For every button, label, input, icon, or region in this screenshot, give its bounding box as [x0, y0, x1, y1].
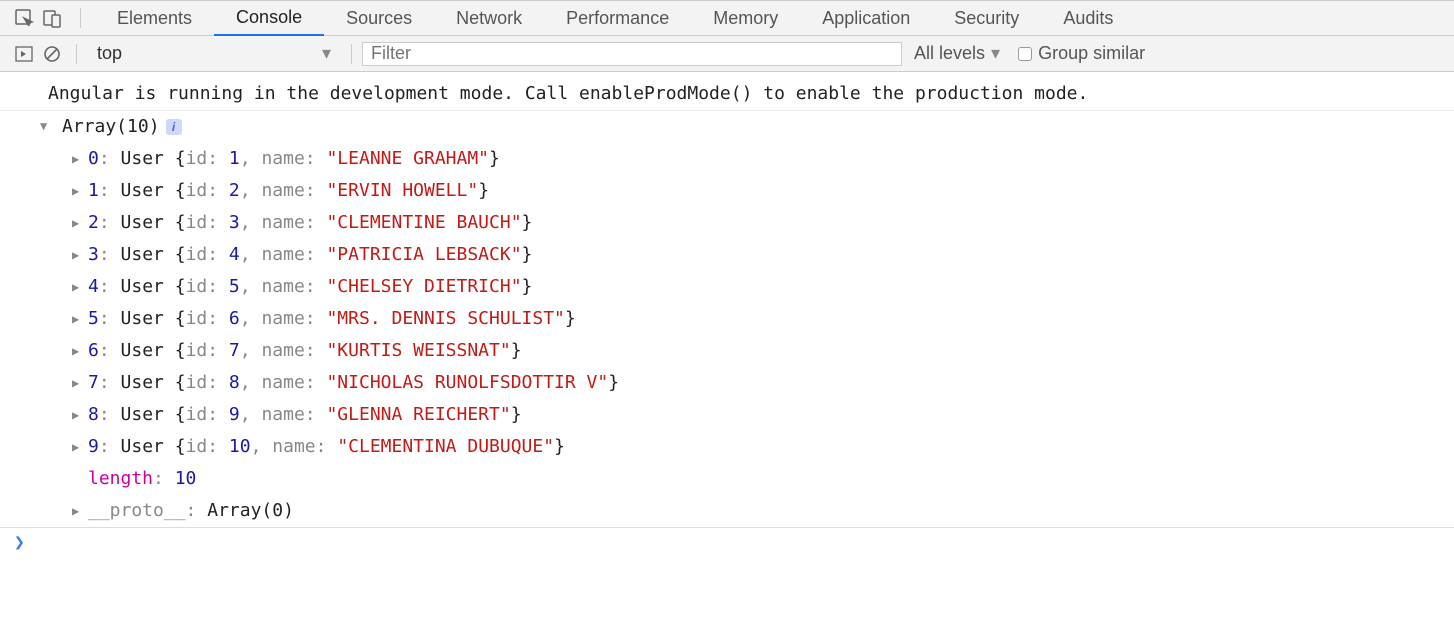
array-summary-row[interactable]: ▼ Array(10) i	[0, 111, 1454, 143]
disclosure-triangle-icon[interactable]: ▶	[72, 303, 84, 335]
filter-input[interactable]	[362, 42, 902, 66]
array-item-row[interactable]: ▶9: User {id: 10, name: "CLEMENTINA DUBU…	[0, 431, 1454, 463]
checkbox-icon[interactable]	[1018, 47, 1032, 61]
disclosure-triangle-icon[interactable]: ▼	[40, 110, 52, 142]
tab-elements[interactable]: Elements	[95, 0, 214, 36]
proto-key: __proto__	[88, 495, 186, 527]
log-levels-selector[interactable]: All levels ▾	[914, 43, 1000, 64]
log-message: Angular is running in the development mo…	[0, 78, 1454, 111]
chevron-down-icon: ▾	[322, 43, 331, 64]
disclosure-triangle-icon[interactable]: ▶	[72, 175, 84, 207]
clear-console-icon[interactable]	[38, 36, 66, 72]
execution-context-selector[interactable]: top ▾	[87, 40, 341, 68]
array-item-row[interactable]: ▶7: User {id: 8, name: "NICHOLAS RUNOLFS…	[0, 367, 1454, 399]
console-toolbar: top ▾ All levels ▾ Group similar	[0, 36, 1454, 72]
array-item-row[interactable]: ▶6: User {id: 7, name: "KURTIS WEISSNAT"…	[0, 335, 1454, 367]
levels-label: All levels	[914, 43, 985, 64]
console-prompt[interactable]: ❯	[0, 527, 1454, 593]
disclosure-triangle-icon[interactable]: ▶	[72, 239, 84, 271]
tab-application[interactable]: Application	[800, 0, 932, 36]
info-icon[interactable]: i	[166, 119, 182, 135]
group-similar-label: Group similar	[1038, 43, 1145, 64]
disclosure-triangle-icon[interactable]: ▶	[72, 431, 84, 463]
group-similar-toggle[interactable]: Group similar	[1018, 43, 1145, 64]
tab-sources[interactable]: Sources	[324, 0, 434, 36]
context-label: top	[97, 43, 122, 64]
disclosure-triangle-icon[interactable]: ▶	[72, 271, 84, 303]
array-label: Array(10)	[62, 111, 160, 143]
tab-memory[interactable]: Memory	[691, 0, 800, 36]
toggle-sidebar-icon[interactable]	[10, 36, 38, 72]
disclosure-triangle-icon[interactable]: ▶	[72, 367, 84, 399]
tab-network[interactable]: Network	[434, 0, 544, 36]
disclosure-triangle-icon[interactable]: ▶	[72, 207, 84, 239]
divider	[80, 8, 81, 28]
tab-performance[interactable]: Performance	[544, 0, 691, 36]
length-key: length	[88, 463, 153, 495]
devtools-tab-bar: ElementsConsoleSourcesNetworkPerformance…	[0, 0, 1454, 36]
proto-value: Array(0)	[207, 495, 294, 527]
disclosure-triangle-icon[interactable]: ▶	[72, 495, 84, 527]
proto-row[interactable]: ▶__proto__: Array(0)	[0, 495, 1454, 527]
disclosure-triangle-icon[interactable]: ▶	[72, 335, 84, 367]
disclosure-triangle-icon[interactable]: ▶	[72, 399, 84, 431]
tab-security[interactable]: Security	[932, 0, 1041, 36]
length-value: 10	[175, 463, 197, 495]
disclosure-triangle-icon[interactable]: ▶	[72, 143, 84, 175]
inspect-element-icon[interactable]	[10, 0, 38, 36]
array-item-row[interactable]: ▶2: User {id: 3, name: "CLEMENTINE BAUCH…	[0, 207, 1454, 239]
array-item-row[interactable]: ▶1: User {id: 2, name: "ERVIN HOWELL"}	[0, 175, 1454, 207]
tab-console[interactable]: Console	[214, 0, 324, 36]
chevron-down-icon: ▾	[991, 43, 1000, 64]
array-item-row[interactable]: ▶5: User {id: 6, name: "MRS. DENNIS SCHU…	[0, 303, 1454, 335]
chevron-right-icon: ❯	[14, 532, 25, 553]
device-toolbar-icon[interactable]	[38, 0, 66, 36]
divider	[351, 44, 352, 64]
array-item-row[interactable]: ▶0: User {id: 1, name: "LEANNE GRAHAM"}	[0, 143, 1454, 175]
array-item-row[interactable]: ▶4: User {id: 5, name: "CHELSEY DIETRICH…	[0, 271, 1454, 303]
array-item-row[interactable]: ▶3: User {id: 4, name: "PATRICIA LEBSACK…	[0, 239, 1454, 271]
length-row[interactable]: length: 10	[0, 463, 1454, 495]
divider	[76, 44, 77, 64]
array-item-row[interactable]: ▶8: User {id: 9, name: "GLENNA REICHERT"…	[0, 399, 1454, 431]
tab-audits[interactable]: Audits	[1041, 0, 1135, 36]
console-output: Angular is running in the development mo…	[0, 72, 1454, 527]
